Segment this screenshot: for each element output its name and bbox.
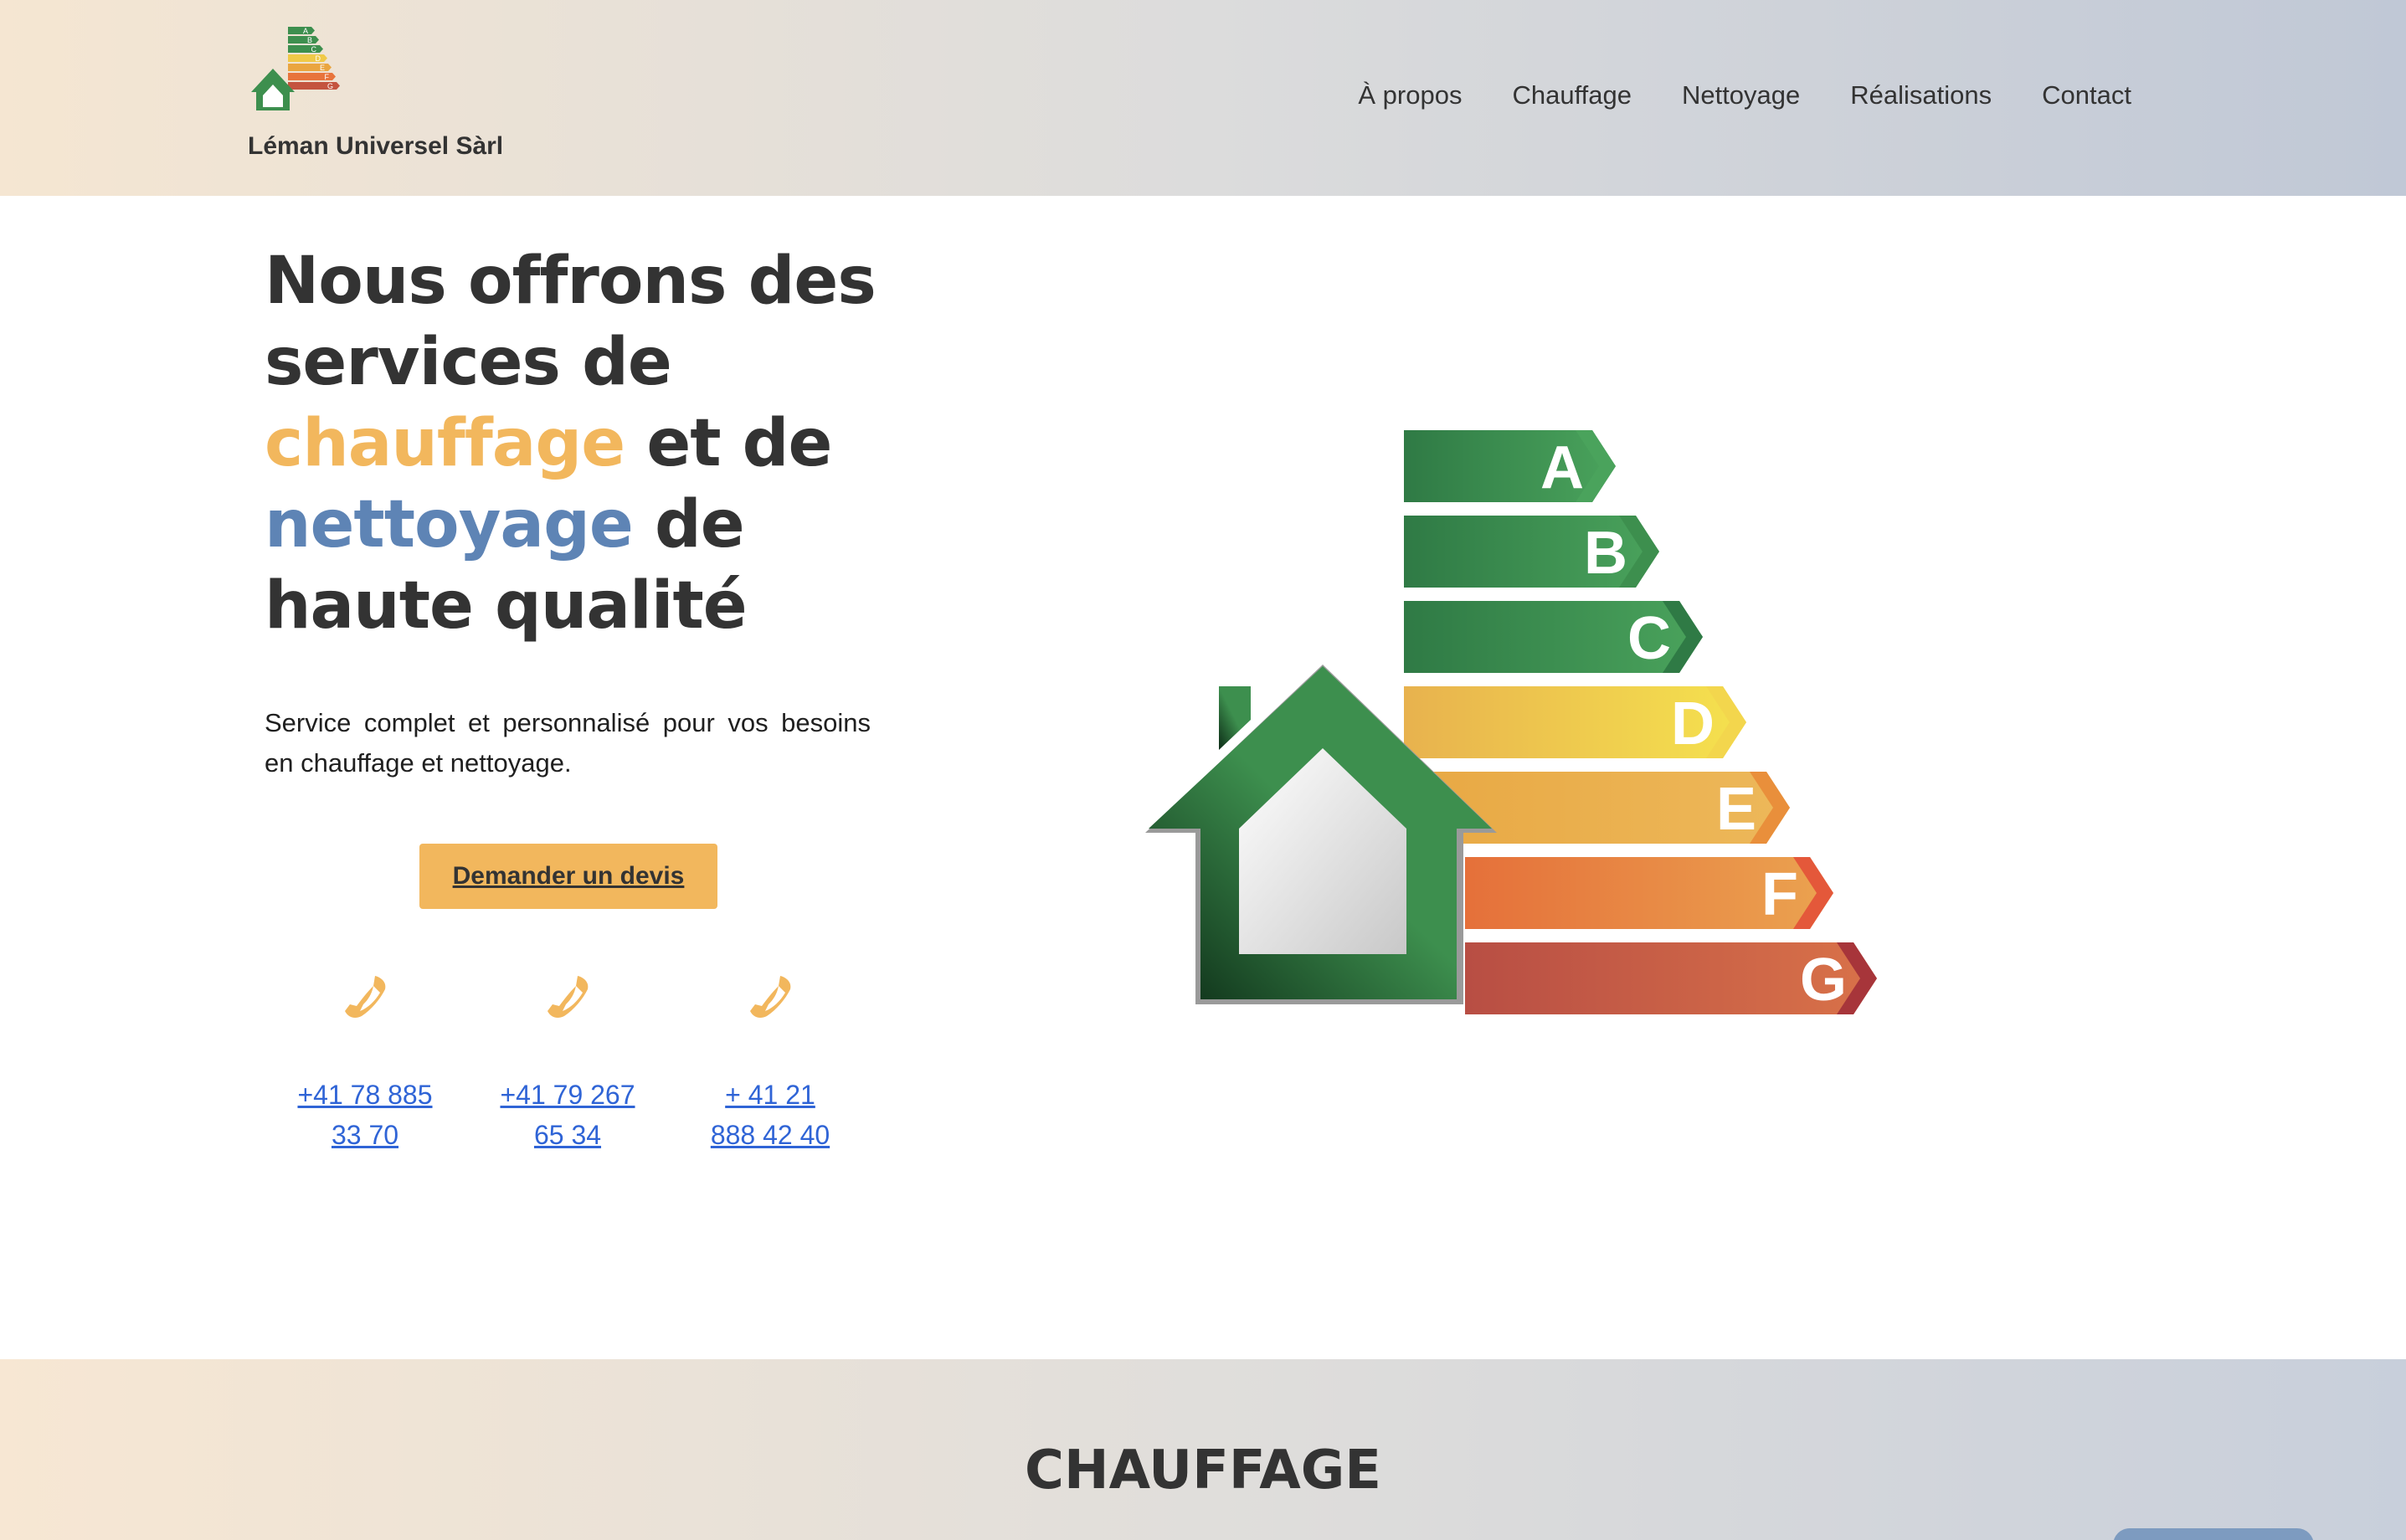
nav-item-chauffage[interactable]: Chauffage [1512, 80, 1632, 110]
logo-class-letter-a: A [303, 27, 308, 35]
energy-class-bar-d: D [1404, 686, 1746, 758]
logo-class-letter-f: F [325, 73, 330, 81]
logo-class-letter-e: E [320, 64, 325, 72]
nav-item-nettoyage[interactable]: Nettoyage [1682, 80, 1800, 110]
nav-item-a-propos[interactable]: À propos [1358, 80, 1462, 110]
logo-class-bar-c [288, 45, 323, 53]
main-nav: À propos Chauffage Nettoyage Réalisation… [1358, 80, 2131, 110]
logo-class-bar-b [288, 36, 319, 44]
phone-link-2[interactable]: +41 79 267 65 34 [467, 1075, 668, 1155]
logo-class-bar-d [288, 54, 327, 62]
hero-title-line2: services de [265, 325, 672, 400]
phone-item: +41 79 267 65 34 [467, 971, 668, 1155]
logo-class-letter-d: D [316, 54, 321, 63]
hero-title-line3-rest: et de [625, 406, 832, 481]
site-header: ABCDEFG Léman Universel Sàrl À propos Ch… [0, 0, 2406, 196]
phone-icon [548, 976, 589, 1018]
energy-class-letter-g: G [1800, 947, 1847, 1014]
energy-class-bar-c: C [1404, 601, 1703, 673]
hero-subtitle: Service complet et personnalisé pour vos… [265, 708, 871, 778]
logo-class-letter-g: G [327, 82, 333, 90]
energy-class-bar-b: B [1404, 516, 1659, 588]
hero-title-line5: haute qualité [265, 568, 748, 644]
section-title-chauffage: CHAUFFAGE [1025, 1440, 1381, 1502]
energy-class-letter-d: D [1671, 690, 1715, 757]
phone-link-1[interactable]: +41 78 885 33 70 [265, 1075, 465, 1155]
energy-class-letter-c: C [1627, 605, 1671, 672]
energy-class-letter-b: B [1584, 520, 1627, 587]
hero-title: Nous offrons des services de chauffage e… [265, 241, 901, 647]
hero-highlight-chauffage: chauffage [265, 406, 625, 481]
energy-class-bar-g: G [1465, 942, 1877, 1014]
logo-class-bar-a [288, 27, 315, 34]
nav-item-realisations[interactable]: Réalisations [1850, 80, 1992, 110]
energy-label-logo-icon[interactable]: ABCDEFG [248, 25, 373, 117]
energy-class-letter-f: F [1761, 861, 1798, 928]
energy-class-bar-a: A [1404, 430, 1616, 502]
phone-icon [345, 976, 386, 1018]
phone-link-3[interactable]: + 41 21 888 42 40 [670, 1075, 871, 1155]
brand-name[interactable]: Léman Universel Sàrl [248, 132, 503, 161]
hero-highlight-nettoyage: nettoyage [265, 487, 634, 562]
energy-class-letter-a: A [1540, 434, 1584, 501]
phone-item: + 41 21 888 42 40 [670, 971, 871, 1155]
request-quote-button[interactable]: Demander un devis [419, 844, 717, 909]
logo-class-letter-b: B [307, 36, 312, 44]
logo-class-letter-c: C [311, 45, 317, 54]
phone-item: +41 78 885 33 70 [265, 971, 465, 1155]
hero-title-line1: Nous offrons des [265, 244, 877, 319]
phone-icon [750, 976, 791, 1018]
logo-class-bar-e [288, 64, 332, 71]
floating-button[interactable] [2113, 1528, 2314, 1540]
energy-class-bar-f: F [1465, 857, 1833, 929]
nav-item-contact[interactable]: Contact [2042, 80, 2131, 110]
energy-class-letter-e: E [1716, 776, 1756, 843]
energy-efficiency-illustration: ABCDEFG [1145, 430, 1877, 1014]
hero-title-line4-rest: de [632, 487, 745, 562]
